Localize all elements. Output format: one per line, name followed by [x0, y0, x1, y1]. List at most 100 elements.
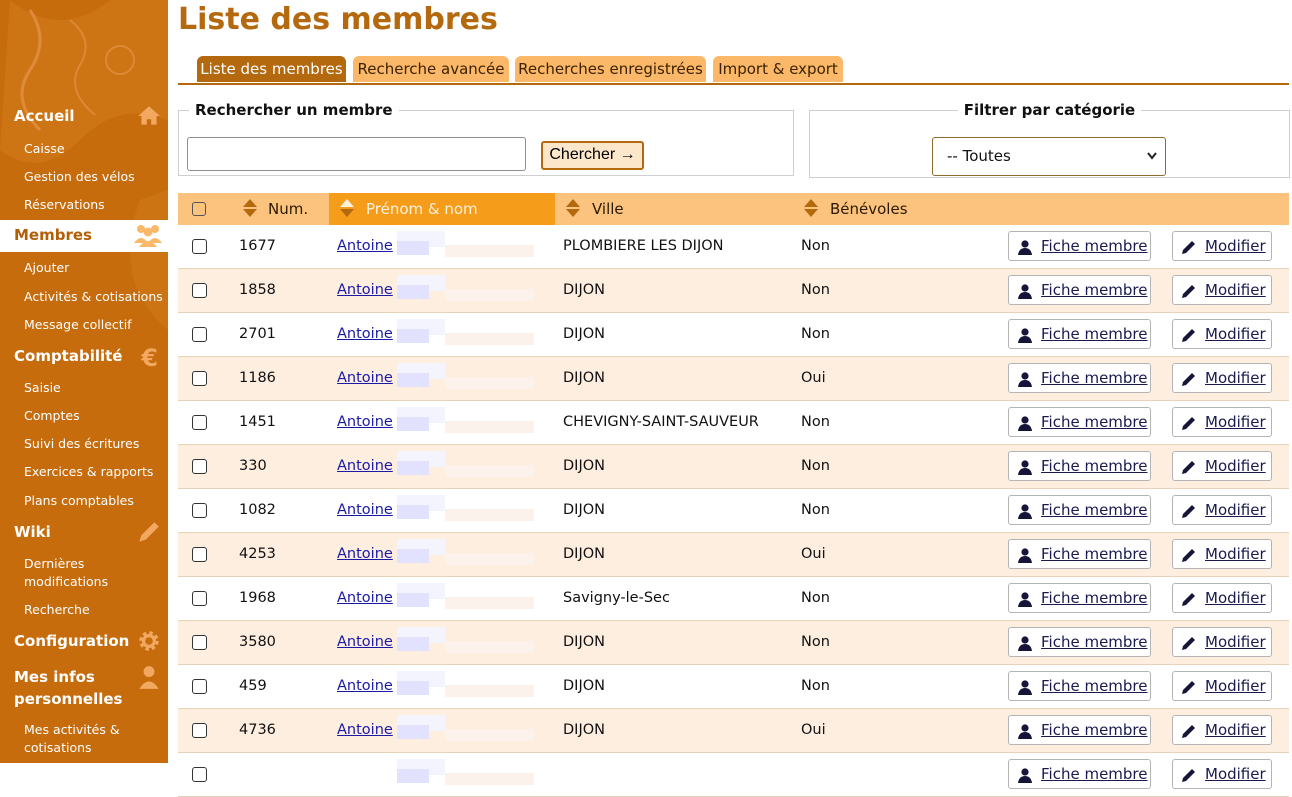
nav-section-accueil[interactable]: Accueil: [0, 101, 168, 133]
select-all-checkbox[interactable]: [192, 202, 206, 216]
member-name-link[interactable]: Antoine: [337, 546, 393, 562]
edit-member-button[interactable]: Modifier: [1172, 583, 1272, 613]
member-name-link[interactable]: Antoine: [337, 414, 393, 430]
nav-item-dernieres-modifications[interactable]: Dernières modifications: [24, 555, 168, 591]
column-header-ville[interactable]: Ville: [555, 193, 785, 225]
member-name-link[interactable]: Antoine: [337, 326, 393, 342]
column-header-label: Num.: [268, 200, 309, 218]
pencil-icon: [1182, 461, 1195, 474]
edit-member-button[interactable]: Modifier: [1172, 539, 1272, 569]
page-title: Liste des membres: [178, 2, 498, 37]
edit-member-button[interactable]: Modifier: [1172, 231, 1272, 261]
member-name-link[interactable]: Antoine: [337, 678, 393, 694]
member-name-link[interactable]: Antoine: [337, 590, 393, 606]
nav-item-gestion-velos[interactable]: Gestion des vélos: [24, 168, 168, 186]
edit-member-button[interactable]: Modifier: [1172, 319, 1272, 349]
row-checkbox[interactable]: [192, 239, 207, 254]
member-card-label: Fiche membre: [1041, 721, 1148, 739]
edit-member-button[interactable]: Modifier: [1172, 275, 1272, 305]
nav-item-plans-comptables[interactable]: Plans comptables: [24, 492, 168, 510]
sort-icon: [243, 199, 257, 217]
user-icon: [1018, 768, 1032, 783]
member-card-button[interactable]: Fiche membre: [1008, 231, 1151, 261]
row-checkbox[interactable]: [192, 723, 207, 738]
member-card-button[interactable]: Fiche membre: [1008, 759, 1151, 789]
edit-member-button[interactable]: Modifier: [1172, 671, 1272, 701]
row-checkbox[interactable]: [192, 371, 207, 386]
member-card-button[interactable]: Fiche membre: [1008, 319, 1151, 349]
sidebar: Accueil Caisse Gestion des vélos Réserva…: [0, 0, 168, 763]
row-checkbox[interactable]: [192, 679, 207, 694]
nav-item-suivi-ecritures[interactable]: Suivi des écritures: [24, 435, 168, 453]
tab-import-export[interactable]: Import & export: [713, 56, 843, 82]
edit-member-button[interactable]: Modifier: [1172, 715, 1272, 745]
nav-item-comptes[interactable]: Comptes: [24, 407, 168, 425]
row-checkbox[interactable]: [192, 767, 207, 782]
member-card-label: Fiche membre: [1041, 237, 1148, 255]
nav-item-ajouter[interactable]: Ajouter: [24, 259, 168, 277]
member-name-link[interactable]: Antoine: [337, 502, 393, 518]
redacted-name: [397, 539, 534, 565]
row-checkbox[interactable]: [192, 591, 207, 606]
row-checkbox[interactable]: [192, 415, 207, 430]
edit-member-button[interactable]: Modifier: [1172, 627, 1272, 657]
member-card-button[interactable]: Fiche membre: [1008, 451, 1151, 481]
category-select[interactable]: -- Toutes: [932, 137, 1166, 176]
nav-section-wiki[interactable]: Wiki: [0, 517, 168, 549]
member-name-link[interactable]: Antoine: [337, 370, 393, 386]
member-name-link[interactable]: Antoine: [337, 634, 393, 650]
member-name-cell: Antoine: [337, 665, 393, 709]
nav-item-saisie[interactable]: Saisie: [24, 379, 168, 397]
sort-icon: [804, 199, 818, 217]
nav-item-message-collectif[interactable]: Message collectif: [24, 316, 168, 334]
nav-item-mes-activites[interactable]: Mes activités & cotisations: [24, 721, 168, 757]
row-checkbox[interactable]: [192, 547, 207, 562]
member-name-link[interactable]: Antoine: [337, 238, 393, 254]
row-checkbox[interactable]: [192, 327, 207, 342]
member-card-button[interactable]: Fiche membre: [1008, 583, 1151, 613]
edit-member-button[interactable]: Modifier: [1172, 407, 1272, 437]
nav-item-activites-cotisations[interactable]: Activités & cotisations: [24, 288, 168, 306]
search-legend: Rechercher un membre: [195, 101, 393, 119]
tab-liste-membres[interactable]: Liste des membres: [197, 56, 346, 82]
member-name-link[interactable]: Antoine: [337, 282, 393, 298]
member-name-cell: Antoine: [337, 709, 393, 753]
member-card-label: Fiche membre: [1041, 413, 1148, 431]
nav-item-reservations[interactable]: Réservations: [24, 196, 168, 214]
column-header-benevoles[interactable]: Bénévoles: [793, 193, 993, 225]
tab-recherches-enregistrees[interactable]: Recherches enregistrées: [515, 56, 706, 82]
row-checkbox[interactable]: [192, 283, 207, 298]
nav-section-mes-infos[interactable]: Mes infos personnelles: [0, 662, 168, 710]
member-card-button[interactable]: Fiche membre: [1008, 627, 1151, 657]
row-checkbox[interactable]: [192, 459, 207, 474]
tab-recherche-avancee[interactable]: Recherche avancée: [353, 56, 509, 82]
edit-member-label: Modifier: [1205, 369, 1266, 387]
row-checkbox[interactable]: [192, 503, 207, 518]
member-volunteer: Non: [801, 634, 830, 650]
edit-member-button[interactable]: Modifier: [1172, 363, 1272, 393]
member-name-link[interactable]: Antoine: [337, 458, 393, 474]
search-button[interactable]: Chercher →: [541, 141, 644, 170]
search-input[interactable]: [187, 137, 526, 171]
member-card-button[interactable]: Fiche membre: [1008, 671, 1151, 701]
member-card-button[interactable]: Fiche membre: [1008, 407, 1151, 437]
column-header-num[interactable]: Num.: [230, 193, 330, 225]
nav-section-membres[interactable]: Membres: [0, 220, 168, 252]
member-card-button[interactable]: Fiche membre: [1008, 275, 1151, 305]
member-name-link[interactable]: Antoine: [337, 722, 393, 738]
member-card-button[interactable]: Fiche membre: [1008, 539, 1151, 569]
edit-member-button[interactable]: Modifier: [1172, 495, 1272, 525]
edit-member-button[interactable]: Modifier: [1172, 759, 1272, 789]
edit-member-button[interactable]: Modifier: [1172, 451, 1272, 481]
column-header-name[interactable]: Prénom & nom: [329, 193, 555, 225]
nav-section-comptabilite[interactable]: Comptabilité €: [0, 341, 168, 373]
member-card-button[interactable]: Fiche membre: [1008, 715, 1151, 745]
nav-item-recherche[interactable]: Recherche: [24, 601, 168, 619]
nav-item-exercices-rapports[interactable]: Exercices & rapports: [24, 463, 168, 481]
member-card-button[interactable]: Fiche membre: [1008, 495, 1151, 525]
nav-item-caisse[interactable]: Caisse: [24, 140, 168, 158]
nav-section-configuration[interactable]: Configuration: [0, 626, 168, 658]
row-checkbox[interactable]: [192, 635, 207, 650]
member-card-button[interactable]: Fiche membre: [1008, 363, 1151, 393]
user-icon: [1018, 592, 1032, 607]
